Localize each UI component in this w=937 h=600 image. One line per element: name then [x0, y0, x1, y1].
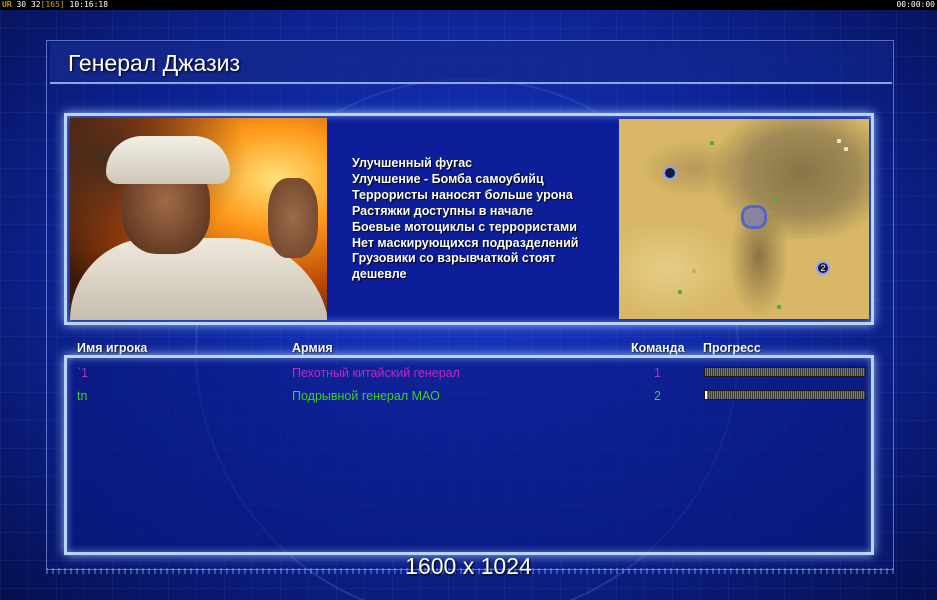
status-clock: 10:16:18: [69, 0, 109, 9]
player-row: tn Подрывной генерал МАО 2: [0, 387, 937, 405]
start-position-marker: 1: [663, 166, 677, 180]
portrait-headwrap: [106, 136, 230, 184]
feature-item: Улучшенный фугас: [352, 156, 473, 170]
header-army: Армия: [292, 341, 333, 355]
feature-item: Растяжки доступны в начале: [352, 203, 534, 218]
player-row: `1 Пехотный китайский генерал 1: [0, 364, 937, 382]
player-name: `1: [77, 366, 89, 380]
header-player-name: Имя игрока: [77, 341, 148, 355]
minimap-unit-dot: [710, 141, 714, 145]
player-team: 2: [654, 389, 661, 403]
player-progress-bar: [704, 367, 866, 377]
portrait-hand: [268, 178, 318, 258]
general-title: Генерал Джазиз: [68, 50, 241, 76]
header-team: Команда: [631, 341, 685, 355]
general-portrait: [70, 118, 327, 320]
start-position-label: 2: [820, 263, 826, 273]
minimap-unit-dot: [774, 197, 778, 201]
resolution-label: 1600 x 1024: [405, 553, 532, 579]
general-features-list: Улучшенный фугас Улучшение - Бомба самоуб…: [352, 156, 612, 283]
status-timer: 00:00:00: [896, 0, 935, 9]
feature-item: Боевые мотоциклы с террористами: [352, 219, 577, 234]
status-frame-count: [165]: [40, 0, 65, 9]
loading-screen: UR 30 32[165] 10:16:18 00:00:00 Генерал …: [0, 0, 937, 600]
feature-item: Нет маскирующихся подразделений: [352, 235, 579, 250]
player-name: tn: [77, 389, 88, 403]
status-frames: 32: [30, 0, 41, 9]
feature-item: Террористы наносят больше урона: [352, 187, 573, 202]
players-panel: [64, 355, 874, 555]
start-position-marker: 2: [816, 261, 830, 275]
minimap-unit-dot: [777, 305, 781, 309]
header-progress: Прогресс: [703, 341, 761, 355]
minimap-unit-dot: [692, 269, 696, 273]
status-bar-left: UR 30 32[165] 10:16:18: [2, 0, 108, 10]
player-team: 1: [654, 366, 661, 380]
minimap-unit-dot: [837, 139, 841, 143]
player-army: Подрывной генерал МАО: [292, 389, 440, 403]
status-fps: 30: [16, 0, 27, 9]
feature-item: Улучшение - Бомба самоубийц: [352, 171, 544, 186]
feature-item: Грузовики со взрывчаткой стоят: [352, 251, 556, 266]
minimap-terrain: [619, 219, 739, 319]
minimap-unit-dot: [678, 290, 682, 294]
minimap-water: [741, 205, 767, 229]
feature-item: дешевле: [352, 267, 407, 282]
status-bar: UR 30 32[165] 10:16:18 00:00:00: [0, 0, 937, 10]
player-progress-fill: [705, 391, 707, 399]
status-ur-label: UR: [2, 0, 12, 9]
minimap-unit-dot: [844, 147, 848, 151]
player-army: Пехотный китайский генерал: [292, 366, 460, 380]
player-progress-bar: [704, 390, 866, 400]
minimap: 1 2: [619, 119, 869, 319]
